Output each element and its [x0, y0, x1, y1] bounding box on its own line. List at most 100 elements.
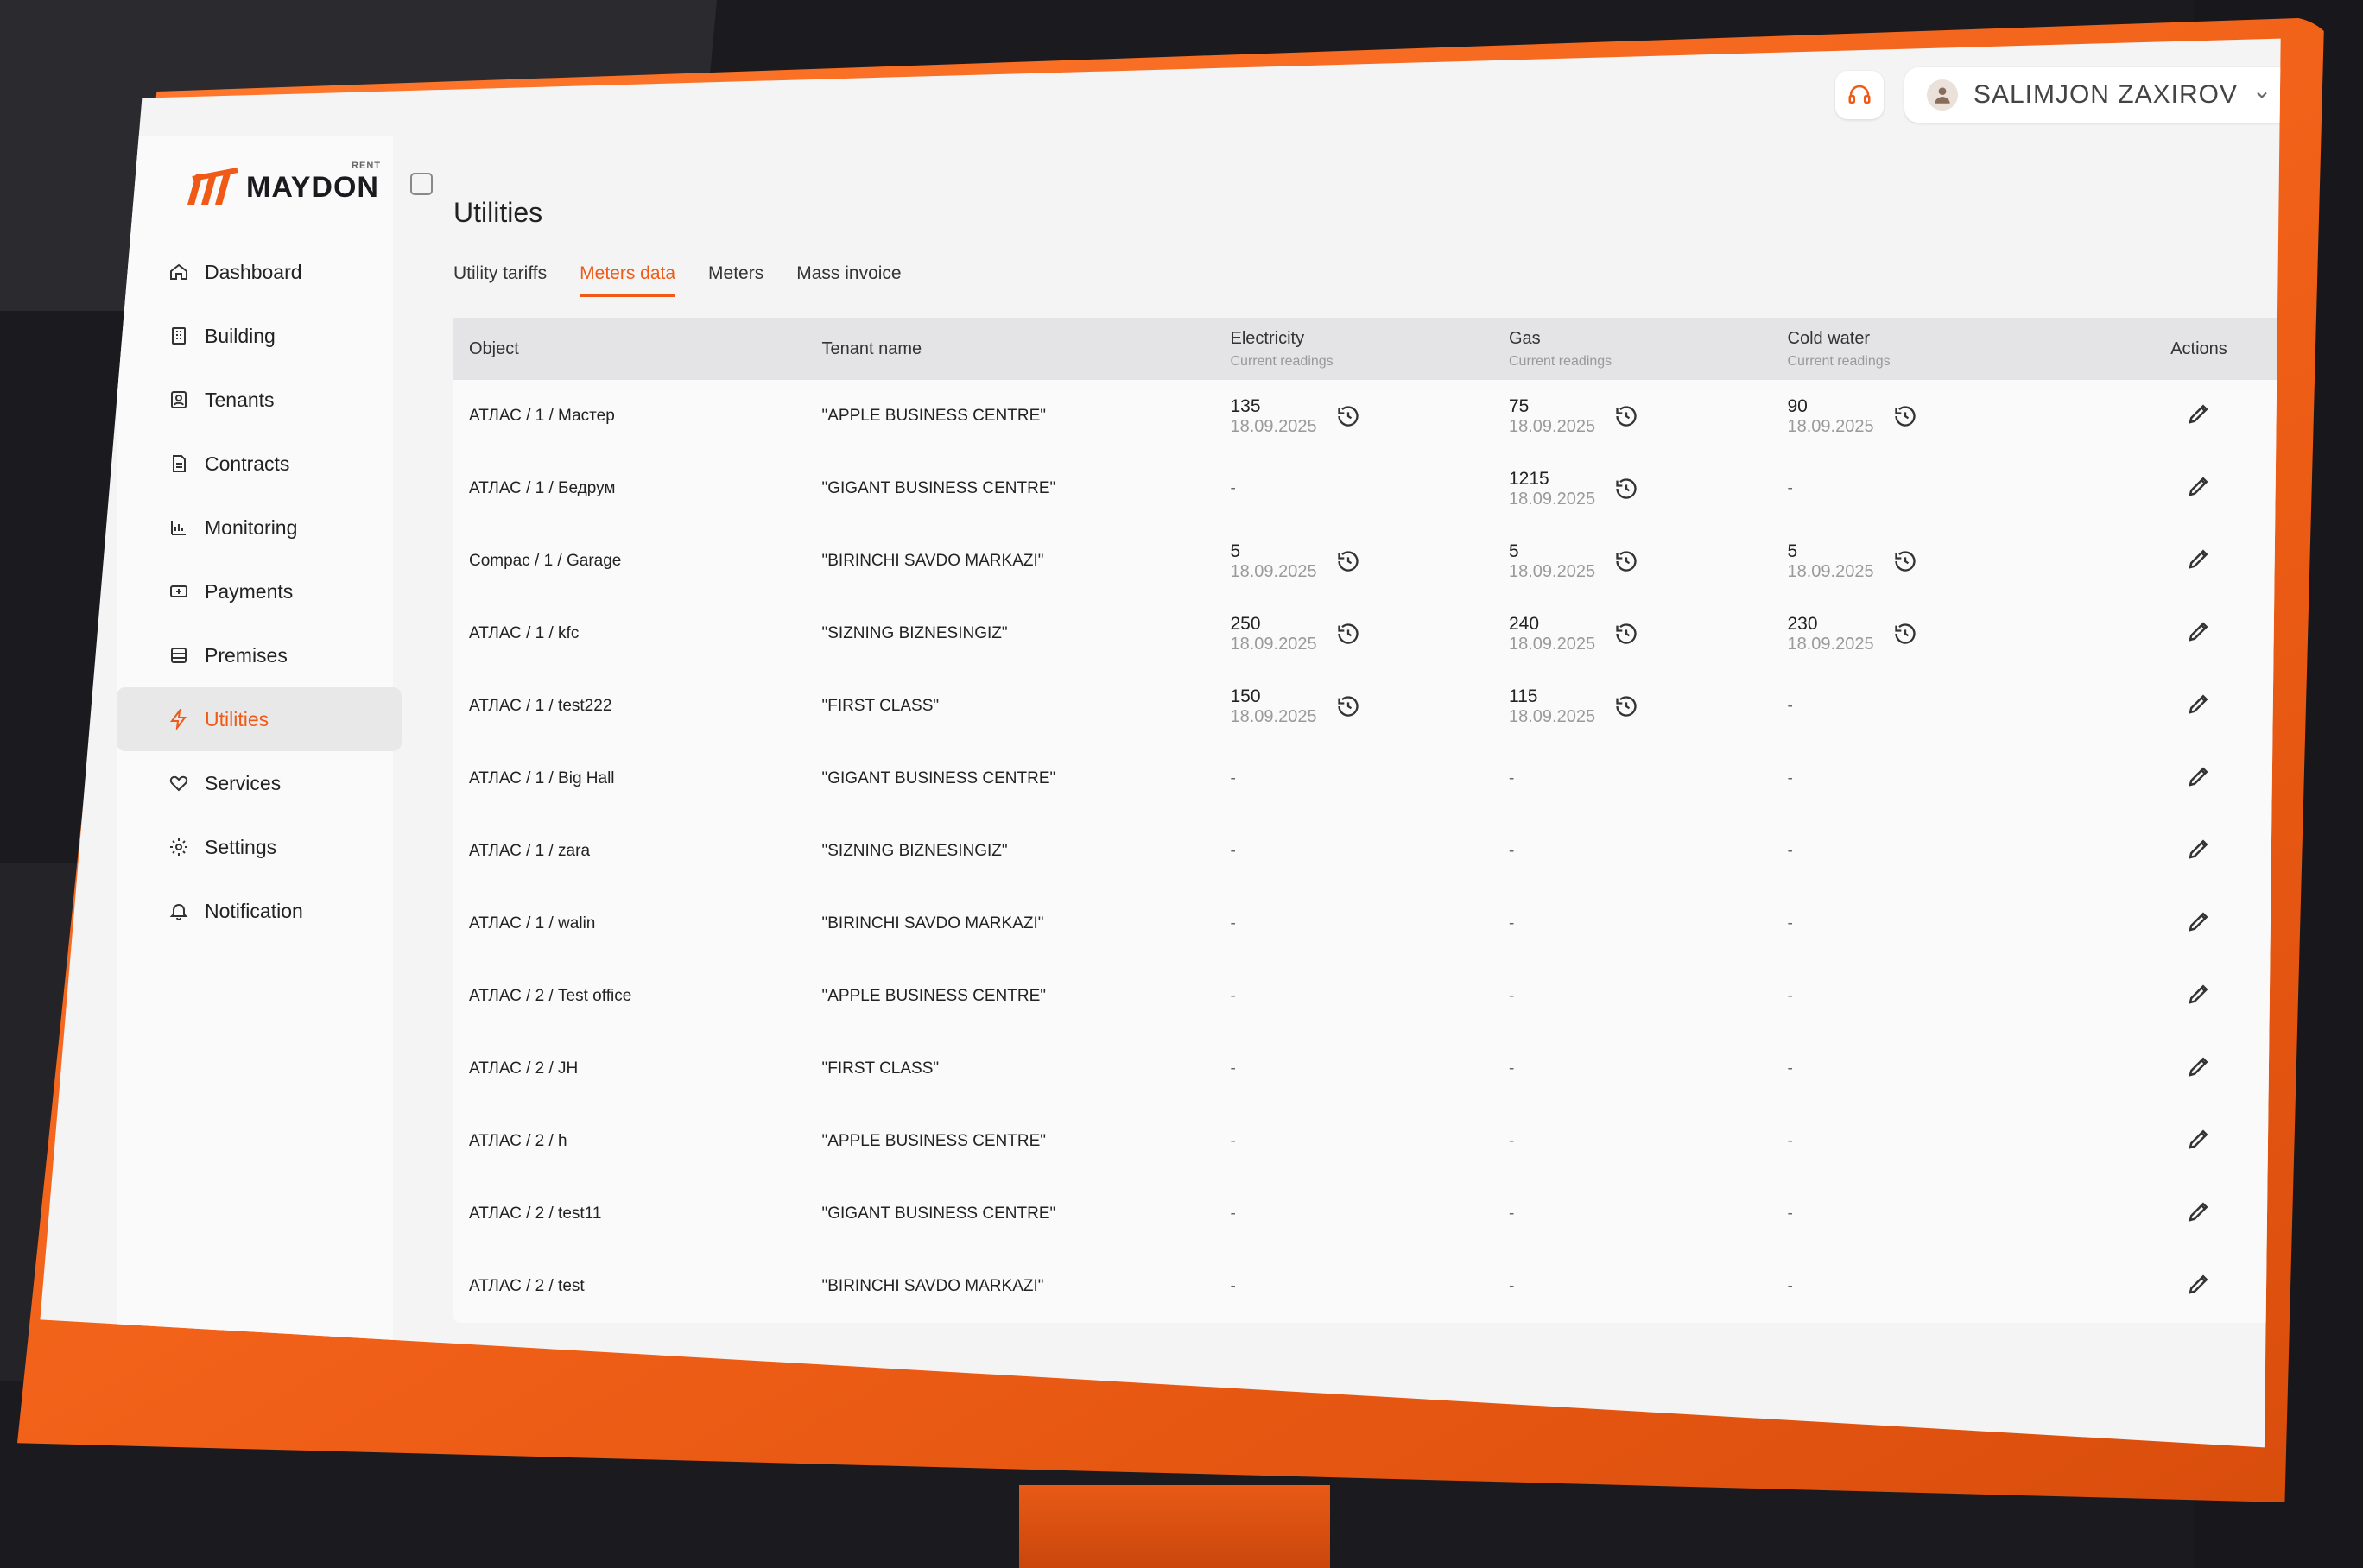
edit-icon[interactable]: [2186, 1271, 2212, 1297]
reading-value: 115: [1509, 686, 1538, 706]
edit-button[interactable]: [2186, 839, 2212, 866]
edit-button[interactable]: [2186, 477, 2212, 503]
reading-cell: 5 18.09.2025: [1772, 525, 2088, 597]
sidebar-item-utilities[interactable]: Utilities: [117, 687, 402, 751]
reading-cell: 75 18.09.2025: [1493, 380, 1772, 452]
sidebar-item-tenants[interactable]: Tenants: [117, 368, 402, 432]
edit-icon[interactable]: [2186, 401, 2212, 427]
empty-value: -: [1230, 1059, 1236, 1078]
topbar: SALIMJON ZAXIROV: [1834, 67, 2281, 123]
reading-date: 18.09.2025: [1787, 634, 1874, 654]
edit-icon[interactable]: [2186, 1053, 2212, 1079]
history-icon[interactable]: [1614, 549, 1638, 573]
reading-date: 18.09.2025: [1787, 416, 1874, 436]
history-icon[interactable]: [1336, 622, 1360, 646]
reading-text: 135 18.09.2025: [1231, 396, 1317, 437]
tenant-cell: "APPLE BUSINESS CENTRE": [821, 987, 1047, 1005]
edit-icon[interactable]: [2186, 1198, 2212, 1224]
reading-date: 18.09.2025: [1509, 561, 1596, 581]
sidebar-item-label: Dashboard: [205, 260, 302, 283]
edit-icon[interactable]: [2186, 473, 2212, 499]
table-header-row: Object Tenant name Electricity Current r…: [453, 318, 2281, 380]
reading-text: 90 18.09.2025: [1788, 396, 1874, 437]
sidebar-item-premises[interactable]: Premises: [117, 623, 402, 687]
sidebar-item-monitoring[interactable]: Monitoring: [117, 496, 402, 560]
empty-value: -: [1509, 769, 1515, 787]
edit-button[interactable]: [2186, 549, 2212, 576]
edit-icon[interactable]: [2186, 981, 2212, 1007]
history-icon[interactable]: [1614, 694, 1638, 718]
reading: 1215 18.09.2025: [1509, 469, 1638, 509]
col-cold-water-label: Cold water: [1787, 328, 1871, 348]
logo: MAYDON RENT: [186, 161, 380, 208]
empty-value: -: [1787, 1277, 1793, 1295]
sidebar-item-services[interactable]: Services: [117, 751, 402, 815]
empty-value: -: [1509, 1277, 1515, 1295]
edit-icon[interactable]: [2186, 1126, 2212, 1152]
edit-button[interactable]: [2186, 1057, 2212, 1084]
edit-button[interactable]: [2186, 984, 2212, 1011]
history-icon[interactable]: [1336, 694, 1360, 718]
tenant-cell: "GIGANT BUSINESS CENTRE": [821, 1204, 1056, 1223]
reading-value: 240: [1509, 613, 1540, 634]
history-icon[interactable]: [1893, 404, 1917, 428]
table-row: АТЛАС / 1 / Big Hall "GIGANT BUSINESS CEN…: [453, 743, 2281, 815]
sidebar-item-payments[interactable]: Payments: [117, 560, 402, 623]
sidebar-item-notification[interactable]: Notification: [117, 879, 402, 943]
edit-icon[interactable]: [2186, 618, 2212, 644]
edit-button[interactable]: [2186, 1274, 2212, 1301]
edit-button[interactable]: [2186, 694, 2212, 721]
sidebar-collapse-button[interactable]: [410, 173, 433, 195]
tenant-cell: "SIZNING BIZNESINGIZ": [821, 624, 1008, 642]
reading-empty: -: [1772, 960, 2088, 1033]
reading-date: 18.09.2025: [1230, 634, 1317, 654]
tab-mass-invoice[interactable]: Mass invoice: [796, 263, 901, 297]
edit-icon[interactable]: [2186, 691, 2212, 717]
avatar: [1926, 79, 1958, 111]
reading-date: 18.09.2025: [1509, 489, 1596, 509]
sidebar-item-contracts[interactable]: Contracts: [117, 432, 402, 496]
table-row: АТЛАС / 1 / Мастер "APPLE BUSINESS CENTRE…: [453, 380, 2281, 452]
user-menu[interactable]: SALIMJON ZAXIROV: [1904, 67, 2281, 123]
reading-empty: -: [1772, 888, 2088, 960]
reading-cell: 115 18.09.2025: [1493, 670, 1772, 743]
reading-text: 250 18.09.2025: [1231, 614, 1317, 654]
edit-button[interactable]: [2186, 767, 2212, 793]
reading-empty: -: [1493, 815, 1772, 888]
empty-value: -: [1787, 987, 1793, 1005]
tab-utility-tariffs[interactable]: Utility tariffs: [453, 263, 547, 297]
history-icon[interactable]: [1614, 477, 1638, 501]
edit-button[interactable]: [2186, 912, 2212, 939]
history-icon[interactable]: [1893, 622, 1917, 646]
sidebar-item-settings[interactable]: Settings: [117, 815, 402, 879]
reading-empty: -: [1215, 1178, 1494, 1250]
edit-button[interactable]: [2186, 1129, 2212, 1156]
tab-meters-data[interactable]: Meters data: [580, 263, 676, 297]
bell-icon: [168, 901, 189, 921]
premises-icon: [168, 645, 189, 666]
object-cell: АТЛАС / 2 / JH: [469, 1059, 579, 1078]
edit-icon[interactable]: [2186, 763, 2212, 789]
sidebar-item-dashboard[interactable]: Dashboard: [117, 240, 402, 304]
reading-value: 1215: [1509, 468, 1549, 489]
edit-icon[interactable]: [2186, 836, 2212, 862]
reading-empty: -: [1772, 1178, 2088, 1250]
object-cell: АТЛАС / 1 / Big Hall: [469, 769, 615, 787]
sidebar-item-label: Tenants: [205, 388, 275, 411]
history-icon[interactable]: [1336, 404, 1360, 428]
support-button[interactable]: [1834, 71, 1884, 119]
history-icon[interactable]: [1614, 404, 1638, 428]
col-gas-sub: Current readings: [1509, 353, 1612, 369]
history-icon[interactable]: [1336, 549, 1360, 573]
history-icon[interactable]: [1614, 622, 1638, 646]
edit-icon[interactable]: [2186, 546, 2212, 572]
edit-icon[interactable]: [2186, 908, 2212, 934]
edit-button[interactable]: [2186, 404, 2212, 431]
edit-button[interactable]: [2186, 1202, 2212, 1229]
tab-meters[interactable]: Meters: [708, 263, 763, 297]
reading: 5 18.09.2025: [1231, 541, 1360, 582]
empty-value: -: [1787, 1132, 1793, 1150]
history-icon[interactable]: [1893, 549, 1917, 573]
edit-button[interactable]: [2186, 622, 2212, 648]
sidebar-item-building[interactable]: Building: [117, 304, 402, 368]
